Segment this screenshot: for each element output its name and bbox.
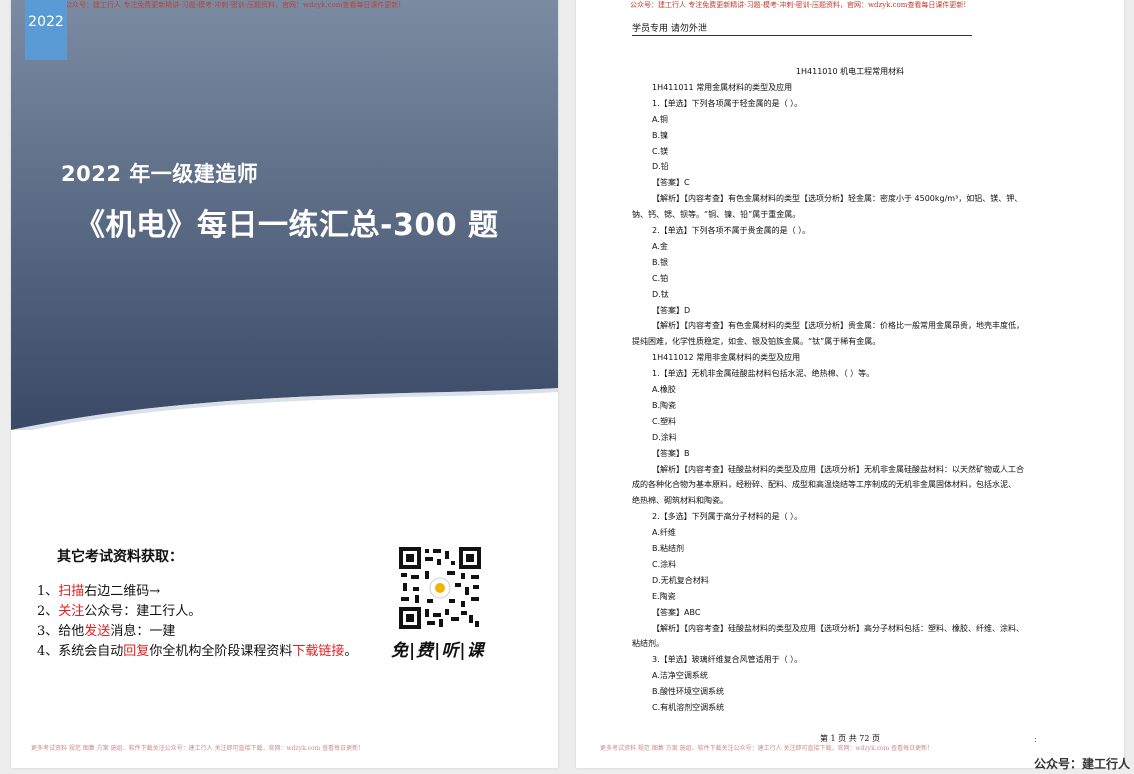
watermark-top: 公众号：建工行人 专注免费更新精讲-习题-模考-冲刺-密训-压题资料，官网：wd… [630,1,967,9]
document-line: 绝热棉、砌筑材料和陶瓷。 [632,496,728,506]
document-line: 【答案】C [652,178,690,188]
document-line: C.镁 [652,146,669,156]
cover-subtitle: 《机电》每日一练汇总-300 题 [75,208,499,243]
document-line: 1.【单选】无机非金属硅酸盐材料包括水泥、绝热棉、（ ）等。 [652,369,875,379]
footer-mark: : [1034,735,1037,744]
step-text: 你全机构全阶段课程资料 [149,644,293,659]
document-line: D.钛 [652,289,669,299]
step-text: 。 [344,644,358,659]
step-2: 2、关注公众号：建工行人。 [37,602,357,622]
watermark-top: 公众号：建工行人 专注免费更新精讲-习题-模考-冲刺-密训-压题资料，官网：wd… [65,1,402,9]
cover-title: 2022 年一级建造师 [61,162,259,186]
document-line: 2.【单选】下列各项不属于贵金属的是（ ）。 [652,226,811,235]
step-prefix: 4、 [37,644,59,659]
document-line: 2.【多选】下列属于高分子材料的是（ ）。 [652,512,803,522]
document-line: A.金 [652,241,668,251]
document-line: 1H411012 常用非金属材料的类型及应用 [652,353,801,363]
document-line: B.银 [652,257,669,267]
document-line: 粘结剂。 [632,639,664,649]
document-line: 【答案】D [652,305,691,315]
step-prefix: 2、 [37,604,59,619]
step-text: 给他 [58,624,85,639]
steps-list: 1、扫描右边二维码→ 2、关注公众号：建工行人。 3、给他发送消息：一建 4、系… [37,582,357,662]
document-line: A.洁净空调系统 [652,671,708,681]
free-listen-label: 免|费|听|课 [391,641,485,661]
document-line: D.涂料 [652,432,677,442]
account-watermark: 公众号：建工行人 [1033,757,1130,771]
document-line: 【答案】ABC [652,607,701,617]
document-line: 【解析】【内容考查】硅酸盐材料的类型及应用【选项分析】高分子材料包括：塑料、橡胶… [652,623,1024,633]
document-line: B.粘结剂 [652,544,685,553]
document-line: 1H411011 常用金属材料的类型及应用 [652,82,793,92]
document-line: 1.【单选】下列各项属于轻金属的是（ ）。 [652,98,803,108]
document-line: A.铜 [652,114,668,124]
document-line: A.纤维 [652,528,676,538]
document-line: 【解析】【内容考查】有色金属材料的类型【选项分析】贵金属：价格比一般常用金属昂贵… [652,321,1024,331]
document-line: 【答案】B [652,448,690,458]
document-line: 提纯困难，化学性质稳定，如金、银及铂族金属。“钛”属于稀有金属。 [632,337,881,347]
document-page: 公众号：建工行人 专注免费更新精讲-习题-模考-冲刺-密训-压题资料，官网：wd… [576,0,1124,768]
section-title: 1H411010 机电工程常用材料 [795,67,905,76]
step-prefix: 1、 [37,584,59,599]
step-highlight: 发送 [84,624,111,639]
step-1: 1、扫描右边二维码→ [37,582,357,602]
document-line: D.铅 [652,162,669,172]
watermark-bottom: 更多考试资料 规范 图集 方案 施组、软件下载关注公众号：建工行人 关注即可直接… [31,745,361,752]
document-line: E.陶瓷 [652,591,676,601]
document-line: 【解析】【内容考查】硅酸盐材料的类型及应用【选项分析】无机非金属硅酸盐材料：以天… [652,464,1024,474]
page-header: 学员专用 请勿外泄 [632,21,972,36]
step-highlight: 扫描 [58,584,85,599]
step-text: 系统会自动 [58,644,124,659]
step-3: 3、给他发送消息：一建 [37,622,357,642]
step-prefix: 3、 [37,624,59,639]
year-tab: 2022 [25,0,67,60]
step-4: 4、系统会自动回复你全机构全阶段课程资料下载链接。 [37,642,357,662]
document-line: 钠、钙、锶、钡等。“铜、镍、铅”属于重金属。 [632,210,801,220]
download-link-text[interactable]: 下载链接 [292,644,344,659]
watermark-bottom: 更多考试资料 规范 图集 方案 施组、软件下载关注公众号：建工行人 关注即可直接… [600,745,930,752]
qr-code-icon[interactable] [399,547,481,629]
cover-page: 公众号：建工行人 专注免费更新精讲-习题-模考-冲刺-密训-压题资料，官网：wd… [11,0,558,768]
step-highlight: 关注 [58,604,85,619]
document-line: 3.【单选】玻璃纤维复合风管适用于（ ）。 [652,655,803,665]
document-line: C.有机溶剂空调系统 [652,703,725,712]
document-line: D.无机复合材料 [652,575,709,585]
document-line: B.镍 [652,130,669,140]
document-line: 成的各种化合物为基本原料，经粉碎、配料、成型和高温烧结等工序制成的无机非金属固体… [632,480,1016,490]
document-line: B.酸性环境空调系统 [652,687,725,697]
step-text: 消息：一建 [110,624,176,639]
step-highlight: 回复 [123,644,150,659]
document-line: C.铂 [652,273,669,283]
other-materials-heading: 其它考试资料获取： [57,549,183,565]
step-text: 公众号：建工行人。 [84,604,202,619]
step-text: 右边二维码→ [84,584,161,599]
document-line: C.涂料 [652,559,677,569]
document-line: B.陶瓷 [652,400,677,410]
document-line: A.橡胶 [652,385,676,394]
document-line: C.塑料 [652,416,677,426]
document-line: 【解析】【内容考查】有色金属材料的类型【选项分析】轻金属：密度小于 4500kg… [652,194,1023,204]
